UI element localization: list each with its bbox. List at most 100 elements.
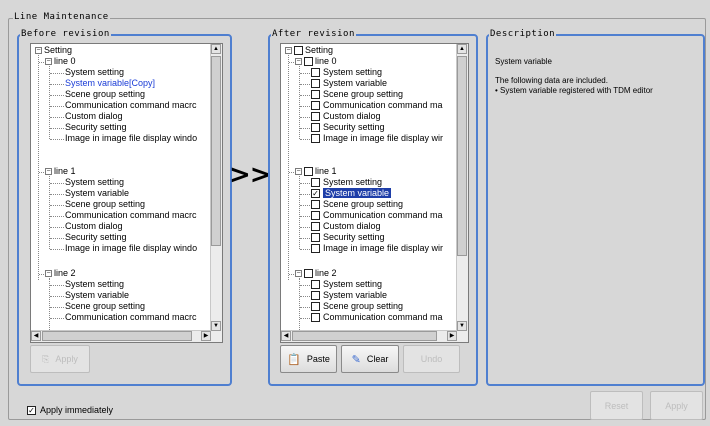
tree-item[interactable]: Scene group setting bbox=[323, 199, 403, 210]
checkbox[interactable]: ✓ bbox=[311, 189, 320, 198]
checkbox[interactable] bbox=[311, 90, 320, 99]
undo-button[interactable]: Undo bbox=[403, 345, 460, 373]
tree-item[interactable]: System setting bbox=[65, 279, 124, 290]
tree-item[interactable]: Scene group setting bbox=[65, 301, 145, 312]
collapse-icon[interactable]: − bbox=[45, 270, 52, 277]
tree-item[interactable]: System variable bbox=[65, 290, 129, 301]
tree-item[interactable]: Image in image file display wir bbox=[323, 243, 443, 254]
checkbox[interactable] bbox=[311, 200, 320, 209]
collapse-icon[interactable]: − bbox=[285, 47, 292, 54]
tree-item[interactable]: Scene group setting bbox=[323, 301, 403, 312]
checkbox[interactable] bbox=[304, 269, 313, 278]
tree-line-1[interactable]: line 1 bbox=[54, 166, 76, 177]
checkbox[interactable] bbox=[311, 302, 320, 311]
horizontal-scrollbar[interactable]: ◀ ▶ bbox=[281, 330, 457, 342]
tree-item[interactable]: Scene group setting bbox=[65, 89, 145, 100]
tree-item[interactable]: Scene group setting bbox=[65, 199, 145, 210]
checkbox[interactable] bbox=[294, 46, 303, 55]
tree-item[interactable]: Custom dialog bbox=[323, 221, 381, 232]
scroll-left-icon[interactable]: ◀ bbox=[31, 331, 41, 341]
tree-item[interactable]: Image in image file display wir bbox=[323, 133, 443, 144]
tree-item[interactable]: Custom dialog bbox=[323, 111, 381, 122]
tree-item[interactable]: Communication command macrc bbox=[65, 312, 197, 323]
scroll-thumb[interactable] bbox=[42, 331, 192, 341]
tree-item[interactable]: System variable bbox=[323, 290, 387, 301]
tree-root[interactable]: Setting bbox=[305, 45, 333, 56]
tree-item[interactable]: Image in image file display windo bbox=[65, 243, 197, 254]
tree-item[interactable]: Security setting bbox=[65, 232, 127, 243]
before-tree[interactable]: − Setting − line 0 − line 1 − line 2 ▲ ▼… bbox=[30, 43, 223, 343]
checkbox[interactable] bbox=[311, 79, 320, 88]
tree-item[interactable]: System setting bbox=[65, 67, 124, 78]
scroll-up-icon[interactable]: ▲ bbox=[211, 44, 221, 54]
reset-button[interactable]: Reset bbox=[590, 391, 643, 420]
tree-item[interactable]: Communication command ma bbox=[323, 312, 443, 323]
tree-item[interactable]: System variable bbox=[323, 188, 392, 199]
tree-item[interactable]: Image in image file display windo bbox=[65, 133, 197, 144]
tree-item[interactable]: System setting bbox=[65, 177, 124, 188]
checkbox[interactable] bbox=[311, 233, 320, 242]
tree-line-0[interactable]: line 0 bbox=[54, 56, 76, 67]
paste-button[interactable]: 📋 Paste bbox=[280, 345, 337, 373]
scroll-thumb[interactable] bbox=[457, 56, 467, 256]
checkbox[interactable] bbox=[311, 222, 320, 231]
apply-copy-button[interactable]: ⎘ Apply bbox=[30, 345, 90, 373]
tree-item[interactable]: Custom dialog bbox=[65, 221, 123, 232]
scroll-right-icon[interactable]: ▶ bbox=[201, 331, 211, 341]
tree-item[interactable]: Security setting bbox=[65, 122, 127, 133]
clear-button[interactable]: ✎ Clear bbox=[341, 345, 399, 373]
tree-item[interactable]: System setting bbox=[323, 67, 382, 78]
tree-item[interactable]: Communication command ma bbox=[323, 100, 443, 111]
collapse-icon[interactable]: − bbox=[295, 168, 302, 175]
checkbox[interactable] bbox=[311, 280, 320, 289]
checkbox[interactable] bbox=[311, 112, 320, 121]
tree-item[interactable]: Custom dialog bbox=[65, 111, 123, 122]
tree-line-2[interactable]: line 2 bbox=[315, 268, 337, 279]
tree-line-1[interactable]: line 1 bbox=[315, 166, 337, 177]
checkbox[interactable] bbox=[304, 167, 313, 176]
tree-item[interactable]: Security setting bbox=[323, 122, 385, 133]
collapse-icon[interactable]: − bbox=[45, 58, 52, 65]
checkbox[interactable] bbox=[311, 313, 320, 322]
collapse-icon[interactable]: − bbox=[295, 58, 302, 65]
apply-immediately-label: Apply immediately bbox=[40, 405, 114, 415]
checkbox[interactable] bbox=[311, 123, 320, 132]
tree-item[interactable]: System setting bbox=[323, 279, 382, 290]
vertical-scrollbar[interactable]: ▲ ▼ bbox=[456, 44, 468, 331]
tree-item[interactable]: Communication command macrc bbox=[65, 100, 197, 111]
apply-button[interactable]: Apply bbox=[650, 391, 703, 420]
collapse-icon[interactable]: − bbox=[45, 168, 52, 175]
checkbox[interactable] bbox=[311, 291, 320, 300]
collapse-icon[interactable]: − bbox=[35, 47, 42, 54]
tree-line-0[interactable]: line 0 bbox=[315, 56, 337, 67]
collapse-icon[interactable]: − bbox=[295, 270, 302, 277]
scroll-thumb[interactable] bbox=[292, 331, 437, 341]
checkbox[interactable] bbox=[304, 57, 313, 66]
after-tree[interactable]: − Setting − line 0 − line 1 − line 2 ▲ ▼… bbox=[280, 43, 469, 343]
checkbox[interactable] bbox=[311, 211, 320, 220]
vertical-scrollbar[interactable]: ▲ ▼ bbox=[210, 44, 222, 331]
checkbox[interactable] bbox=[311, 244, 320, 253]
tree-item[interactable]: System variable bbox=[65, 188, 129, 199]
horizontal-scrollbar[interactable]: ◀ ▶ bbox=[31, 330, 211, 342]
tree-item[interactable]: Communication command ma bbox=[323, 210, 443, 221]
tree-item[interactable]: System setting bbox=[323, 177, 382, 188]
tree-line-2[interactable]: line 2 bbox=[54, 268, 76, 279]
scroll-right-icon[interactable]: ▶ bbox=[447, 331, 457, 341]
tree-item[interactable]: Communication command macrc bbox=[65, 210, 197, 221]
scroll-down-icon[interactable]: ▼ bbox=[457, 321, 467, 331]
scroll-up-icon[interactable]: ▲ bbox=[457, 44, 467, 54]
scroll-thumb[interactable] bbox=[211, 56, 221, 246]
checkbox[interactable] bbox=[311, 178, 320, 187]
tree-item[interactable]: System variable bbox=[323, 78, 387, 89]
tree-root[interactable]: Setting bbox=[44, 45, 72, 56]
checkbox[interactable] bbox=[311, 134, 320, 143]
checkbox[interactable] bbox=[311, 101, 320, 110]
apply-immediately-checkbox[interactable]: ✓ bbox=[27, 406, 36, 415]
scroll-left-icon[interactable]: ◀ bbox=[281, 331, 291, 341]
checkbox[interactable] bbox=[311, 68, 320, 77]
tree-item[interactable]: System variable[Copy] bbox=[65, 78, 155, 89]
tree-item[interactable]: Scene group setting bbox=[323, 89, 403, 100]
tree-item[interactable]: Security setting bbox=[323, 232, 385, 243]
scroll-down-icon[interactable]: ▼ bbox=[211, 321, 221, 331]
